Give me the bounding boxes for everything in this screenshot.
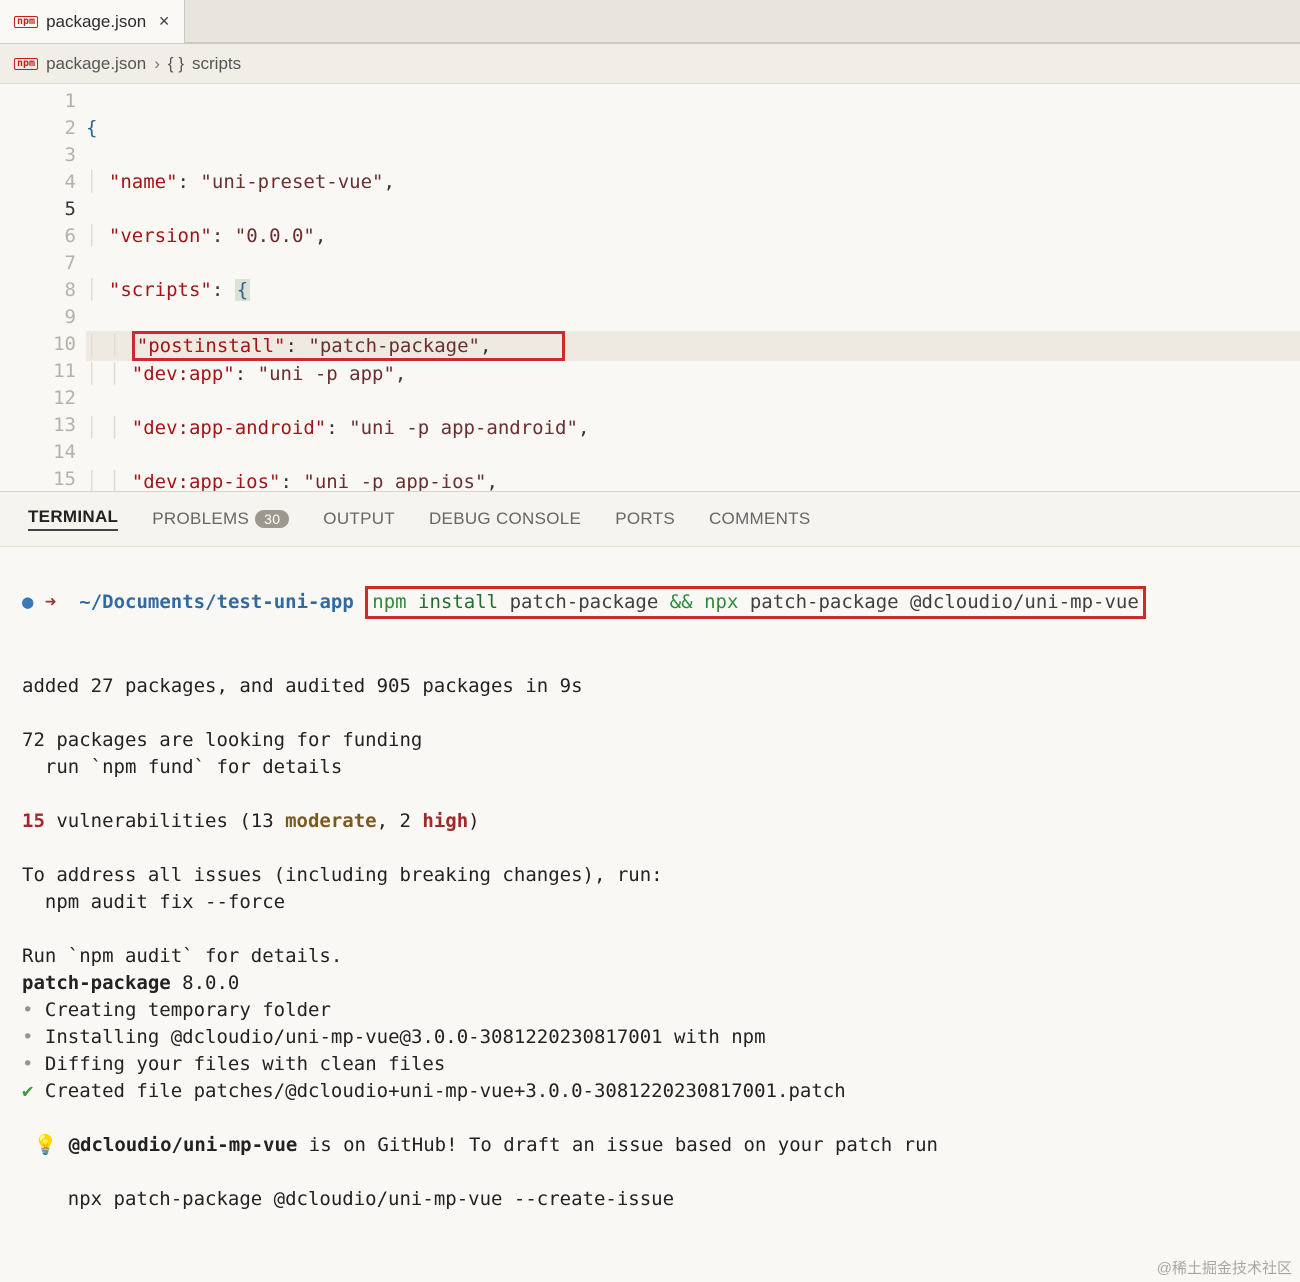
breadcrumb-segment[interactable]: scripts	[192, 54, 241, 74]
prompt-arrow-icon: ➜	[45, 591, 56, 613]
tab-terminal[interactable]: TERMINAL	[28, 507, 118, 531]
tab-bar: npm package.json ✕	[0, 0, 1300, 44]
terminal-output-line: • Diffing your files with clean files	[22, 1051, 1278, 1078]
terminal-output-line: 72 packages are looking for funding	[22, 727, 1278, 754]
code-content[interactable]: { │ "name": "uni-preset-vue", │ "version…	[86, 84, 1300, 491]
tab-output[interactable]: OUTPUT	[323, 509, 395, 529]
terminal-output-line: • Creating temporary folder	[22, 997, 1278, 1024]
tab-filename: package.json	[46, 12, 146, 32]
terminal-output-line: To address all issues (including breakin…	[22, 862, 1278, 889]
terminal-panel[interactable]: ● ➜ ~/Documents/test-uni-app npm install…	[0, 547, 1300, 1282]
npm-icon: npm	[14, 16, 38, 28]
terminal-output-line: npm audit fix --force	[22, 889, 1278, 916]
tab-debug-console[interactable]: DEBUG CONSOLE	[429, 509, 581, 529]
breadcrumb-file[interactable]: package.json	[46, 54, 146, 74]
status-dot-icon: ●	[22, 591, 33, 613]
editor-tab[interactable]: npm package.json ✕	[0, 0, 185, 43]
npm-icon: npm	[14, 58, 38, 70]
tab-ports[interactable]: PORTS	[615, 509, 675, 529]
terminal-output-line: Run `npm audit` for details.	[22, 943, 1278, 970]
terminal-prompt-line: ● ➜ ~/Documents/test-uni-app npm install…	[22, 559, 1278, 646]
braces-icon: { }	[168, 54, 184, 74]
terminal-output-line: 15 vulnerabilities (13 moderate, 2 high)	[22, 808, 1278, 835]
problems-count-badge: 30	[255, 510, 289, 528]
prompt-cwd: ~/Documents/test-uni-app	[79, 591, 354, 613]
tab-bar-empty	[185, 0, 1300, 43]
close-tab-icon[interactable]: ✕	[158, 13, 170, 30]
lightbulb-icon: 💡	[33, 1134, 57, 1156]
panel-tab-bar: TERMINAL PROBLEMS30 OUTPUT DEBUG CONSOLE…	[0, 491, 1300, 547]
breadcrumb: npm package.json › { } scripts	[0, 44, 1300, 84]
terminal-output-line: • Installing @dcloudio/uni-mp-vue@3.0.0-…	[22, 1024, 1278, 1051]
tab-comments[interactable]: COMMENTS	[709, 509, 811, 529]
line-gutter: 1 2 3 4 5 6 7 8 9 10 11 12 13 14 15	[0, 84, 86, 491]
code-editor[interactable]: 1 2 3 4 5 6 7 8 9 10 11 12 13 14 15 { │ …	[0, 84, 1300, 491]
check-icon: ✔	[22, 1080, 33, 1102]
highlighted-command: npm install patch-package && npx patch-p…	[365, 586, 1146, 619]
terminal-output-line: ✔ Created file patches/@dcloudio+uni-mp-…	[22, 1078, 1278, 1105]
terminal-output-line: npx patch-package @dcloudio/uni-mp-vue -…	[22, 1186, 1278, 1213]
chevron-right-icon: ›	[154, 54, 160, 74]
terminal-output-line: run `npm fund` for details	[22, 754, 1278, 781]
terminal-output-line: patch-package 8.0.0	[22, 970, 1278, 997]
tab-problems[interactable]: PROBLEMS30	[152, 509, 289, 529]
watermark: @稀土掘金技术社区	[1157, 1257, 1292, 1278]
terminal-output-line: added 27 packages, and audited 905 packa…	[22, 673, 1278, 700]
terminal-output-line: 💡 @dcloudio/uni-mp-vue is on GitHub! To …	[22, 1132, 1278, 1159]
